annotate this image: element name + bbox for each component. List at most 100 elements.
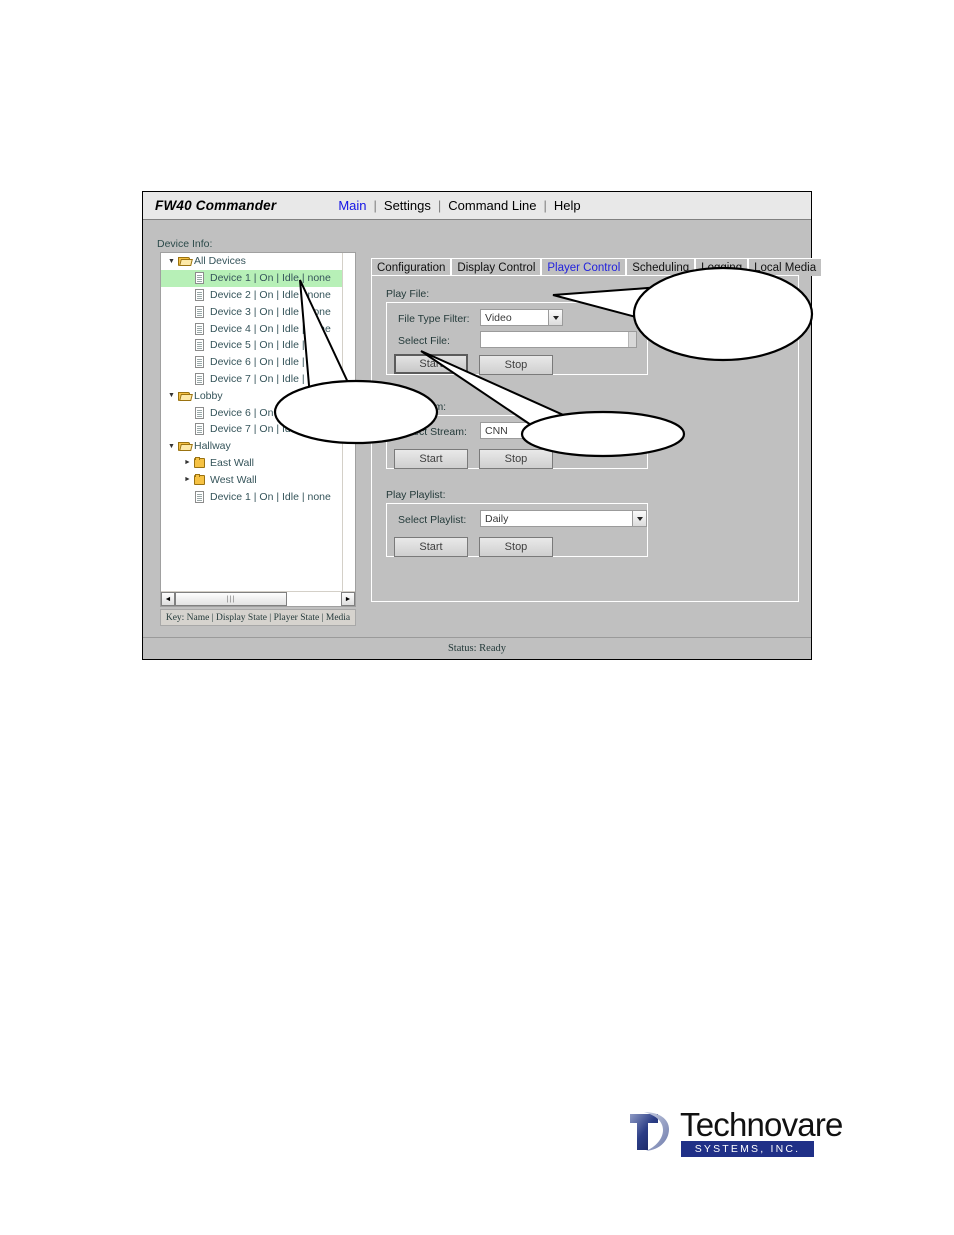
device-tree-vertical-scrollbar[interactable] (342, 253, 355, 591)
tree-node-label: East Wall (210, 456, 254, 469)
select-file-endcap-icon (628, 332, 636, 347)
play-playlist-start-button[interactable]: Start (394, 537, 468, 557)
tree-node-label: Device 3 | On | Idle | none (210, 305, 331, 318)
tree-node-label: Lobby (194, 389, 223, 402)
tree-node-label: Device 5 | On | Idle | none (210, 339, 331, 352)
player-control-panel: Play File: File Type Filter: Video Selec… (371, 275, 799, 602)
menu-item-command-line[interactable]: Command Line (448, 198, 536, 213)
select-file-input[interactable] (480, 331, 637, 348)
menu-separator: | (437, 198, 442, 213)
menu-separator: | (373, 198, 377, 213)
document-icon (194, 322, 207, 335)
play-file-start-button[interactable]: Start (394, 354, 468, 374)
scroll-right-icon[interactable]: ► (341, 592, 355, 606)
main-menu: Main | Settings | Command Line | Help (338, 198, 580, 213)
tree-node-label: West Wall (210, 473, 257, 486)
tree-node[interactable]: Device 6 | On | Idle | none (161, 404, 342, 421)
tree-node-label: All Devices (194, 255, 246, 268)
tree-node[interactable]: ▼ Lobby (161, 387, 342, 404)
status-bar: Status: Ready (143, 637, 811, 659)
play-playlist-title: Play Playlist: (386, 489, 446, 501)
hscroll-thumb[interactable]: ||| (175, 592, 287, 606)
play-stream-stop-button[interactable]: Stop (479, 449, 553, 469)
tree-node-label: Device 2 | On | Idle | none (210, 288, 331, 301)
tree-node-label: Device 4 | On | Idle | none (210, 322, 331, 335)
device-tree-list[interactable]: ▼ All Devices Device 1 | On | Idle | none D… (161, 253, 342, 591)
status-text: Status: Ready (447, 643, 507, 654)
expand-arrow-down-icon[interactable]: ▼ (165, 443, 178, 450)
tree-node-label: Device 7 | On | Idle | none (210, 423, 331, 436)
select-stream-combo[interactable]: CNN (480, 422, 647, 439)
scroll-left-icon[interactable]: ◄ (161, 592, 175, 606)
select-playlist-combo[interactable]: Daily (480, 510, 647, 527)
tree-node[interactable]: ▼ Hallway (161, 438, 342, 455)
tree-node-label: Device 6 | On | Idle | none (210, 406, 331, 419)
expand-arrow-down-icon[interactable]: ▼ (165, 392, 178, 399)
tab-strip[interactable]: Configuration Display Control Player Contr… (371, 258, 823, 276)
expand-arrow-down-icon[interactable]: ▼ (165, 258, 178, 265)
tree-node[interactable]: Device 2 | On | Idle | none (161, 287, 342, 304)
tab-logging[interactable]: Logging (695, 258, 749, 276)
device-tree-panel[interactable]: ▼ All Devices Device 1 | On | Idle | none D… (160, 252, 356, 607)
device-tree-horizontal-scrollbar[interactable]: ◄ ||| ► (161, 591, 355, 606)
tree-node[interactable]: Device 3 | On | Idle | none (161, 303, 342, 320)
expand-arrow-right-icon[interactable]: ► (181, 459, 194, 466)
app-title: FW40 Commander (155, 198, 277, 213)
play-playlist-stop-button[interactable]: Stop (479, 537, 553, 557)
select-stream-value: CNN (485, 424, 508, 437)
play-file-title: Play File: (386, 288, 430, 300)
technovare-logo: Technovare SYSTEMS, INC. (628, 1106, 843, 1160)
play-stream-group: Play Stream: Select Stream: CNN Start St… (386, 401, 648, 469)
play-file-group: Play File: File Type Filter: Video Selec… (386, 288, 648, 375)
play-file-stop-button[interactable]: Stop (479, 355, 553, 375)
document-icon (194, 305, 207, 318)
play-stream-start-button[interactable]: Start (394, 449, 468, 469)
document-icon (194, 272, 207, 285)
menu-item-main[interactable]: Main (338, 198, 366, 213)
select-playlist-value: Daily (485, 512, 509, 525)
tab-scheduling[interactable]: Scheduling (626, 258, 696, 276)
tab-configuration[interactable]: Configuration (371, 258, 452, 276)
tree-node[interactable]: ► West Wall (161, 471, 342, 488)
tab-local-media[interactable]: Local Media (748, 258, 823, 276)
document-icon (194, 406, 207, 419)
document-icon (194, 423, 207, 436)
menu-item-help[interactable]: Help (554, 198, 581, 213)
menu-item-settings[interactable]: Settings (384, 198, 431, 213)
select-playlist-label: Select Playlist: (398, 514, 467, 526)
file-type-filter-value: Video (485, 311, 512, 324)
hscroll-track[interactable]: ||| (175, 592, 341, 606)
menu-separator: | (543, 198, 547, 213)
folder-open-icon (178, 255, 191, 267)
tree-node[interactable]: Device 7 | On | Idle | none (161, 421, 342, 438)
tree-node[interactable]: ► East Wall (161, 455, 342, 472)
file-type-filter-combo[interactable]: Video (480, 309, 563, 326)
chevron-down-icon[interactable] (548, 310, 562, 325)
technovare-mark-icon (630, 1112, 669, 1151)
chevron-down-icon[interactable] (632, 423, 646, 438)
tree-node[interactable]: Device 6 | On | Idle | none (161, 354, 342, 371)
chevron-down-icon[interactable] (632, 511, 646, 526)
logo-tagline: SYSTEMS, INC. (681, 1141, 814, 1157)
tree-node-label: Device 1 | On | Idle | none (210, 272, 331, 285)
logo-wordmark: Technovare (680, 1106, 843, 1143)
window-client-area: Device Info: ▼ All Devices Device 1 | On |… (143, 220, 823, 659)
tab-player-control[interactable]: Player Control (541, 258, 627, 276)
page-root: FW40 Commander Main | Settings | Command… (0, 0, 954, 1235)
tree-node[interactable]: Device 1 | On | Idle | none (161, 488, 342, 505)
tree-node[interactable]: Device 1 | On | Idle | none (161, 269, 342, 287)
tree-node-label: Device 1 | On | Idle | none (210, 490, 331, 503)
document-icon (194, 372, 207, 385)
title-menu-bar: FW40 Commander Main | Settings | Command… (143, 192, 811, 220)
tree-node[interactable]: Device 5 | On | Idle | none (161, 337, 342, 354)
tree-node[interactable]: Device 4 | On | Idle | none (161, 320, 342, 337)
folder-open-icon (178, 390, 191, 402)
expand-arrow-right-icon[interactable]: ► (181, 476, 194, 483)
tree-node[interactable]: Device 7 | On | Idle | none (161, 371, 342, 388)
tree-node-label: Device 6 | On | Idle | none (210, 356, 331, 369)
tree-node[interactable]: ▼ All Devices (161, 253, 342, 270)
tree-node-label: Hallway (194, 440, 231, 453)
tree-key-legend: Key: Name | Display State | Player State… (160, 609, 356, 626)
tab-display-control[interactable]: Display Control (451, 258, 542, 276)
folder-icon (194, 473, 207, 486)
